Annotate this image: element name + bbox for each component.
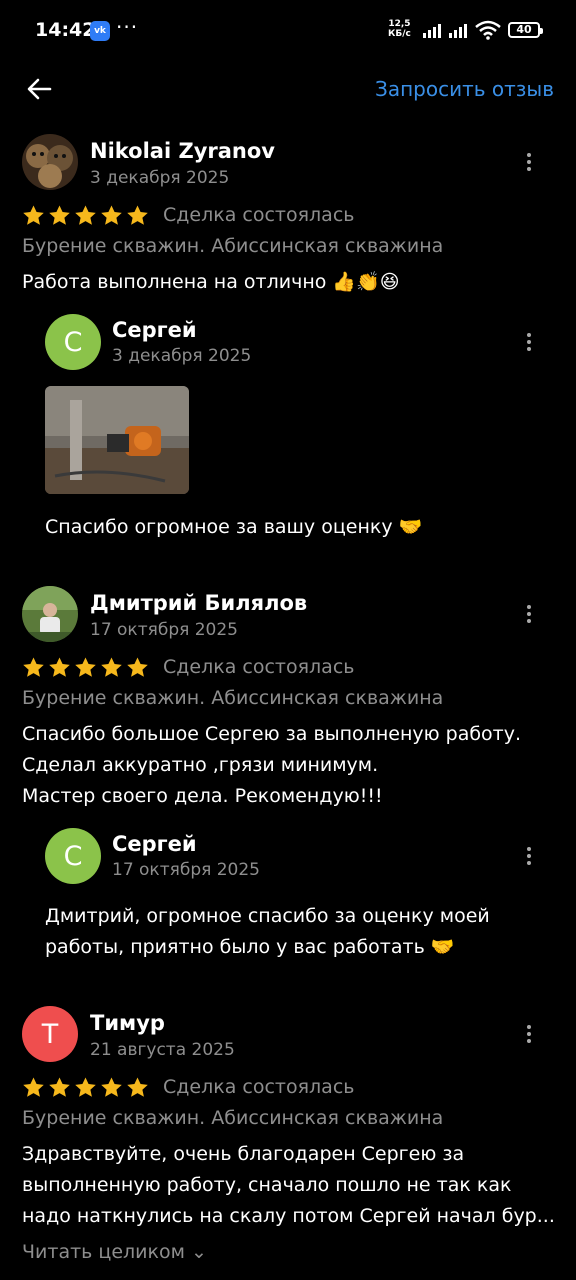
star-icon (75, 205, 96, 225)
reply-text: Спасибо огромное за вашу оценку 🤝 (45, 512, 422, 543)
request-review-link[interactable]: Запросить отзыв (375, 77, 554, 101)
signal-icon (445, 22, 469, 38)
star-icon (101, 1077, 122, 1097)
reply-text-line: Спасибо огромное за вашу оценку 🤝 (45, 516, 423, 538)
network-speed: 12,5 КБ/с (388, 19, 411, 39)
star-icon (23, 657, 44, 677)
review-text-line: выполненную работу, сначало пошло не так… (22, 1174, 512, 1196)
review-date: 3 декабря 2025 (90, 168, 230, 188)
star-icon (49, 1077, 70, 1097)
reply-photo[interactable] (45, 386, 189, 494)
star-icon (23, 1077, 44, 1097)
review-author: Nikolai Zyranov (90, 139, 275, 163)
review-category: Бурение скважин. Абиссинская скважина (22, 687, 444, 709)
reply-text-line: работы, приятно было у вас работать 🤝 (45, 936, 455, 958)
star-icon (75, 1077, 96, 1097)
vk-notification-icon: vk (90, 21, 110, 41)
review-text-line: Спасибо большое Сергею за выполненую раб… (22, 723, 522, 745)
star-icon (127, 205, 148, 225)
star-icon (101, 205, 122, 225)
review-text: Здравствуйте, очень благодарен Сергею за… (22, 1139, 555, 1232)
network-speed-value: 12,5 (388, 19, 411, 29)
rating-stars (22, 204, 149, 227)
avatar (22, 134, 78, 190)
star-icon (127, 1077, 148, 1097)
deal-status: Сделка состоялась (163, 1076, 355, 1098)
more-options-button[interactable] (514, 599, 544, 629)
rating-stars (22, 1076, 149, 1099)
status-time: 14:42 (35, 19, 96, 41)
avatar (22, 586, 78, 642)
reply-text: Дмитрий, огромное спасибо за оценку моей… (45, 901, 490, 963)
review-text-line: Сделал аккуратно ,грязи минимум. (22, 754, 379, 776)
rating-stars (22, 656, 149, 679)
review-author: Тимур (90, 1011, 165, 1035)
reply-date: 17 октября 2025 (112, 860, 261, 880)
star-icon (23, 205, 44, 225)
reply-date: 3 декабря 2025 (112, 346, 252, 366)
more-options-button[interactable] (514, 1019, 544, 1049)
signal-icon (417, 22, 441, 38)
review-date: 17 октября 2025 (90, 620, 239, 640)
star-icon (49, 657, 70, 677)
star-icon (101, 657, 122, 677)
reply-avatar: С (45, 828, 101, 884)
deal-status: Сделка состоялась (163, 204, 355, 226)
battery-icon: 40 (508, 22, 543, 38)
reply-avatar: С (45, 314, 101, 370)
reply-author: Сергей (112, 832, 197, 856)
review-text-line: надо наткнулись на скалу потом Сергей на… (22, 1205, 555, 1227)
review-date: 21 августа 2025 (90, 1040, 235, 1060)
review-category: Бурение скважин. Абиссинская скважина (22, 235, 444, 257)
review-category: Бурение скважин. Абиссинская скважина (22, 1107, 444, 1129)
status-bar: 14:42 vk ··· 12,5 КБ/с 40 (0, 0, 576, 62)
reply-more-options-button[interactable] (514, 327, 544, 357)
star-icon (49, 205, 70, 225)
star-icon (127, 657, 148, 677)
review-text-line: Здравствуйте, очень благодарен Сергею за (22, 1143, 465, 1165)
network-speed-unit: КБ/с (388, 29, 411, 39)
reply-more-options-button[interactable] (514, 841, 544, 871)
wifi-icon (475, 20, 501, 40)
reply-author: Сергей (112, 318, 197, 342)
more-notifications-icon: ··· (116, 15, 139, 39)
battery-level: 40 (516, 23, 532, 36)
back-button[interactable] (20, 70, 60, 110)
avatar: Т (22, 1006, 78, 1062)
review-text: Спасибо большое Сергею за выполненую раб… (22, 719, 521, 812)
reply-text-line: Дмитрий, огромное спасибо за оценку моей (45, 905, 490, 927)
star-icon (75, 657, 96, 677)
review-text: Работа выполнена на отлично 👍👏😆 (22, 267, 400, 298)
read-more-link[interactable]: Читать целиком ⌄ (22, 1241, 207, 1263)
review-author: Дмитрий Билялов (90, 591, 308, 615)
review-text-line: Работа выполнена на отлично 👍👏😆 (22, 271, 400, 293)
deal-status: Сделка состоялась (163, 656, 355, 678)
more-options-button[interactable] (514, 147, 544, 177)
review-text-line: Мастер своего дела. Рекомендую!!! (22, 785, 383, 807)
arrow-left-icon (27, 78, 52, 100)
